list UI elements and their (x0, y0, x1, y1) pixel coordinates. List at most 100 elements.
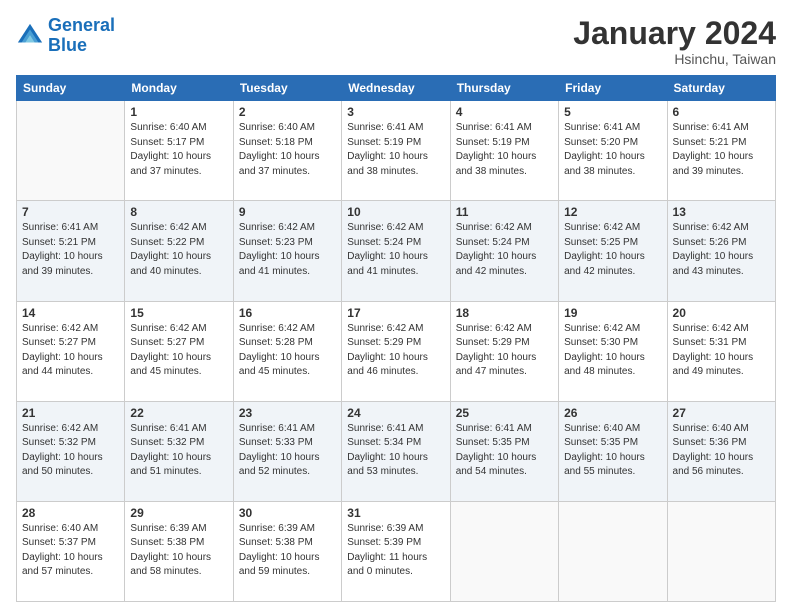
calendar-header-sunday: Sunday (17, 76, 125, 101)
day-number: 1 (130, 105, 227, 119)
day-info: Sunrise: 6:42 AMSunset: 5:24 PMDaylight:… (347, 221, 444, 279)
calendar-cell: 10Sunrise: 6:42 AMSunset: 5:24 PMDayligh… (342, 201, 450, 301)
calendar-cell: 3 Sunrise: 6:41 AMSunset: 5:19 PMDaylight… (342, 101, 450, 201)
calendar-cell: 2 Sunrise: 6:40 AMSunset: 5:18 PMDaylight… (233, 101, 341, 201)
calendar-cell: 22 Sunrise: 6:41 AMSunset: 5:32 PMDayligh… (125, 401, 233, 501)
day-number: 6 (673, 105, 770, 119)
day-number: 27 (673, 406, 770, 420)
day-info: Sunrise: 6:40 AMSunset: 5:35 PMDaylight:… (564, 422, 661, 480)
calendar-cell: 14Sunrise: 6:42 AMSunset: 5:27 PMDayligh… (17, 301, 125, 401)
day-info: Sunrise: 6:42 AMSunset: 5:31 PMDaylight:… (673, 322, 770, 380)
calendar-header-row: SundayMondayTuesdayWednesdayThursdayFrid… (17, 76, 776, 101)
header: General Blue January 2024 Hsinchu, Taiwa… (16, 16, 776, 67)
day-number: 14 (22, 306, 119, 320)
day-number: 18 (456, 306, 553, 320)
calendar-header-thursday: Thursday (450, 76, 558, 101)
day-number: 25 (456, 406, 553, 420)
day-info: Sunrise: 6:41 AMSunset: 5:20 PMDaylight:… (564, 121, 661, 179)
calendar-cell (667, 501, 775, 601)
calendar-cell: 23 Sunrise: 6:41 AMSunset: 5:33 PMDayligh… (233, 401, 341, 501)
day-info: Sunrise: 6:41 AMSunset: 5:33 PMDaylight:… (239, 422, 336, 480)
day-number: 23 (239, 406, 336, 420)
day-info: Sunrise: 6:42 AMSunset: 5:25 PMDaylight:… (564, 221, 661, 279)
main-title: January 2024 (573, 16, 776, 51)
calendar-week-row: 28 Sunrise: 6:40 AMSunset: 5:37 PMDayligh… (17, 501, 776, 601)
calendar-cell: 19 Sunrise: 6:42 AMSunset: 5:30 PMDayligh… (559, 301, 667, 401)
calendar-header-wednesday: Wednesday (342, 76, 450, 101)
day-number: 29 (130, 506, 227, 520)
calendar-header-saturday: Saturday (667, 76, 775, 101)
day-info: Sunrise: 6:42 AMSunset: 5:26 PMDaylight:… (673, 221, 770, 279)
title-block: January 2024 Hsinchu, Taiwan (573, 16, 776, 67)
calendar-cell (559, 501, 667, 601)
day-number: 28 (22, 506, 119, 520)
logo-text: General Blue (48, 16, 115, 56)
logo-line1: General (48, 15, 115, 35)
day-info: Sunrise: 6:41 AMSunset: 5:34 PMDaylight:… (347, 422, 444, 480)
calendar-cell: 29 Sunrise: 6:39 AMSunset: 5:38 PMDayligh… (125, 501, 233, 601)
day-number: 19 (564, 306, 661, 320)
page: General Blue January 2024 Hsinchu, Taiwa… (0, 0, 792, 612)
day-info: Sunrise: 6:42 AMSunset: 5:27 PMDaylight:… (130, 322, 227, 380)
day-info: Sunrise: 6:41 AMSunset: 5:19 PMDaylight:… (456, 121, 553, 179)
calendar-cell (17, 101, 125, 201)
calendar-cell: 4 Sunrise: 6:41 AMSunset: 5:19 PMDaylight… (450, 101, 558, 201)
calendar-cell: 20Sunrise: 6:42 AMSunset: 5:31 PMDayligh… (667, 301, 775, 401)
day-info: Sunrise: 6:40 AMSunset: 5:37 PMDaylight:… (22, 522, 119, 580)
day-number: 31 (347, 506, 444, 520)
day-number: 22 (130, 406, 227, 420)
calendar-week-row: 7Sunrise: 6:41 AMSunset: 5:21 PMDaylight… (17, 201, 776, 301)
day-info: Sunrise: 6:41 AMSunset: 5:19 PMDaylight:… (347, 121, 444, 179)
calendar-cell: 18Sunrise: 6:42 AMSunset: 5:29 PMDayligh… (450, 301, 558, 401)
day-info: Sunrise: 6:39 AMSunset: 5:38 PMDaylight:… (239, 522, 336, 580)
day-number: 17 (347, 306, 444, 320)
day-number: 7 (22, 205, 119, 219)
calendar-week-row: 1 Sunrise: 6:40 AMSunset: 5:17 PMDaylight… (17, 101, 776, 201)
calendar-cell: 16Sunrise: 6:42 AMSunset: 5:28 PMDayligh… (233, 301, 341, 401)
calendar-cell: 17 Sunrise: 6:42 AMSunset: 5:29 PMDayligh… (342, 301, 450, 401)
calendar-week-row: 21 Sunrise: 6:42 AMSunset: 5:32 PMDayligh… (17, 401, 776, 501)
logo-line2: Blue (48, 35, 87, 55)
day-info: Sunrise: 6:40 AMSunset: 5:17 PMDaylight:… (130, 121, 227, 179)
calendar-header-monday: Monday (125, 76, 233, 101)
calendar-cell: 15 Sunrise: 6:42 AMSunset: 5:27 PMDayligh… (125, 301, 233, 401)
calendar-cell: 9Sunrise: 6:42 AMSunset: 5:23 PMDaylight… (233, 201, 341, 301)
calendar-cell: 25 Sunrise: 6:41 AMSunset: 5:35 PMDayligh… (450, 401, 558, 501)
day-info: Sunrise: 6:39 AMSunset: 5:39 PMDaylight:… (347, 522, 444, 580)
day-info: Sunrise: 6:40 AMSunset: 5:18 PMDaylight:… (239, 121, 336, 179)
day-info: Sunrise: 6:42 AMSunset: 5:28 PMDaylight:… (239, 322, 336, 380)
calendar-header-friday: Friday (559, 76, 667, 101)
day-info: Sunrise: 6:42 AMSunset: 5:29 PMDaylight:… (347, 322, 444, 380)
day-number: 15 (130, 306, 227, 320)
logo-icon (16, 22, 44, 50)
calendar-cell: 1 Sunrise: 6:40 AMSunset: 5:17 PMDaylight… (125, 101, 233, 201)
day-number: 3 (347, 105, 444, 119)
day-number: 11 (456, 205, 553, 219)
day-number: 21 (22, 406, 119, 420)
day-info: Sunrise: 6:41 AMSunset: 5:21 PMDaylight:… (673, 121, 770, 179)
calendar-cell: 28 Sunrise: 6:40 AMSunset: 5:37 PMDayligh… (17, 501, 125, 601)
day-info: Sunrise: 6:41 AMSunset: 5:35 PMDaylight:… (456, 422, 553, 480)
day-info: Sunrise: 6:40 AMSunset: 5:36 PMDaylight:… (673, 422, 770, 480)
day-info: Sunrise: 6:42 AMSunset: 5:30 PMDaylight:… (564, 322, 661, 380)
day-info: Sunrise: 6:42 AMSunset: 5:22 PMDaylight:… (130, 221, 227, 279)
day-number: 12 (564, 205, 661, 219)
calendar-cell: 13Sunrise: 6:42 AMSunset: 5:26 PMDayligh… (667, 201, 775, 301)
calendar-cell: 26Sunrise: 6:40 AMSunset: 5:35 PMDayligh… (559, 401, 667, 501)
calendar-cell: 24 Sunrise: 6:41 AMSunset: 5:34 PMDayligh… (342, 401, 450, 501)
day-info: Sunrise: 6:42 AMSunset: 5:32 PMDaylight:… (22, 422, 119, 480)
calendar-cell: 11Sunrise: 6:42 AMSunset: 5:24 PMDayligh… (450, 201, 558, 301)
logo: General Blue (16, 16, 115, 56)
day-number: 2 (239, 105, 336, 119)
day-number: 30 (239, 506, 336, 520)
calendar-table: SundayMondayTuesdayWednesdayThursdayFrid… (16, 75, 776, 602)
day-info: Sunrise: 6:39 AMSunset: 5:38 PMDaylight:… (130, 522, 227, 580)
day-info: Sunrise: 6:41 AMSunset: 5:32 PMDaylight:… (130, 422, 227, 480)
calendar-cell: 30 Sunrise: 6:39 AMSunset: 5:38 PMDayligh… (233, 501, 341, 601)
day-number: 4 (456, 105, 553, 119)
day-number: 24 (347, 406, 444, 420)
calendar-week-row: 14 Sunrise: 6:42 AMSunset: 5:27 PMDayligh… (17, 301, 776, 401)
calendar-cell: 12 Sunrise: 6:42 AMSunset: 5:25 PMDayligh… (559, 201, 667, 301)
day-number: 8 (130, 205, 227, 219)
calendar-cell: 7Sunrise: 6:41 AMSunset: 5:21 PMDaylight… (17, 201, 125, 301)
